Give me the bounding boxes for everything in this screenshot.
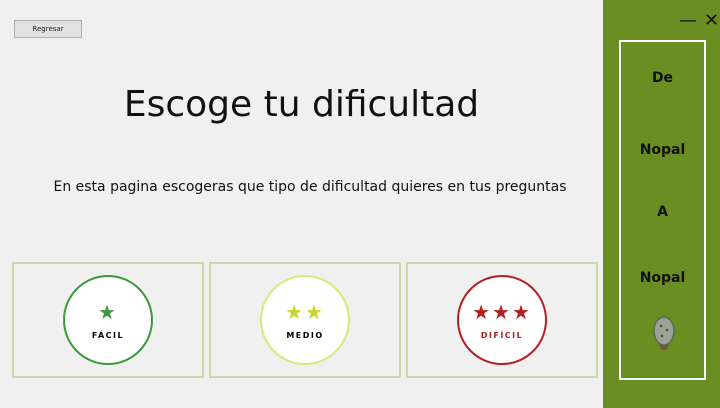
close-button[interactable]: ✕: [704, 12, 719, 30]
minimize-button[interactable]: —: [679, 12, 697, 30]
app-name-box: De Nopal A Nopal: [619, 40, 706, 380]
page-title: Escoge tu dificultad: [123, 84, 480, 125]
star-icon: ★: [98, 299, 118, 324]
cactus-leaf-icon: [653, 316, 675, 350]
app-name-word: Nopal: [639, 270, 686, 286]
medium-badge[interactable]: ★★ MEDIO: [260, 275, 350, 365]
difficulty-card-easy[interactable]: ★ FÁCIL: [12, 262, 204, 378]
hard-badge[interactable]: ★★★ DIFÍCIL: [457, 275, 547, 365]
main-panel: Regresar Escoge tu dificultad En esta pa…: [0, 0, 603, 408]
medium-label: MEDIO: [286, 330, 324, 340]
sidebar: — ✕ De Nopal A Nopal: [603, 0, 720, 408]
app-name-word: De: [651, 70, 674, 86]
back-button[interactable]: Regresar: [14, 20, 82, 38]
page-description: En esta pagina escogeras que tipo de dif…: [53, 179, 567, 195]
difficulty-card-medium[interactable]: ★★ MEDIO: [209, 262, 401, 378]
app-name-word: A: [657, 204, 668, 220]
star-icon: ★★★: [472, 299, 532, 324]
star-icon: ★★: [285, 299, 325, 324]
hard-label: DIFÍCIL: [480, 330, 524, 340]
difficulty-card-hard[interactable]: ★★★ DIFÍCIL: [406, 262, 598, 378]
easy-badge[interactable]: ★ FÁCIL: [63, 275, 153, 365]
easy-label: FÁCIL: [91, 330, 125, 340]
app-name-word: Nopal: [639, 142, 686, 158]
